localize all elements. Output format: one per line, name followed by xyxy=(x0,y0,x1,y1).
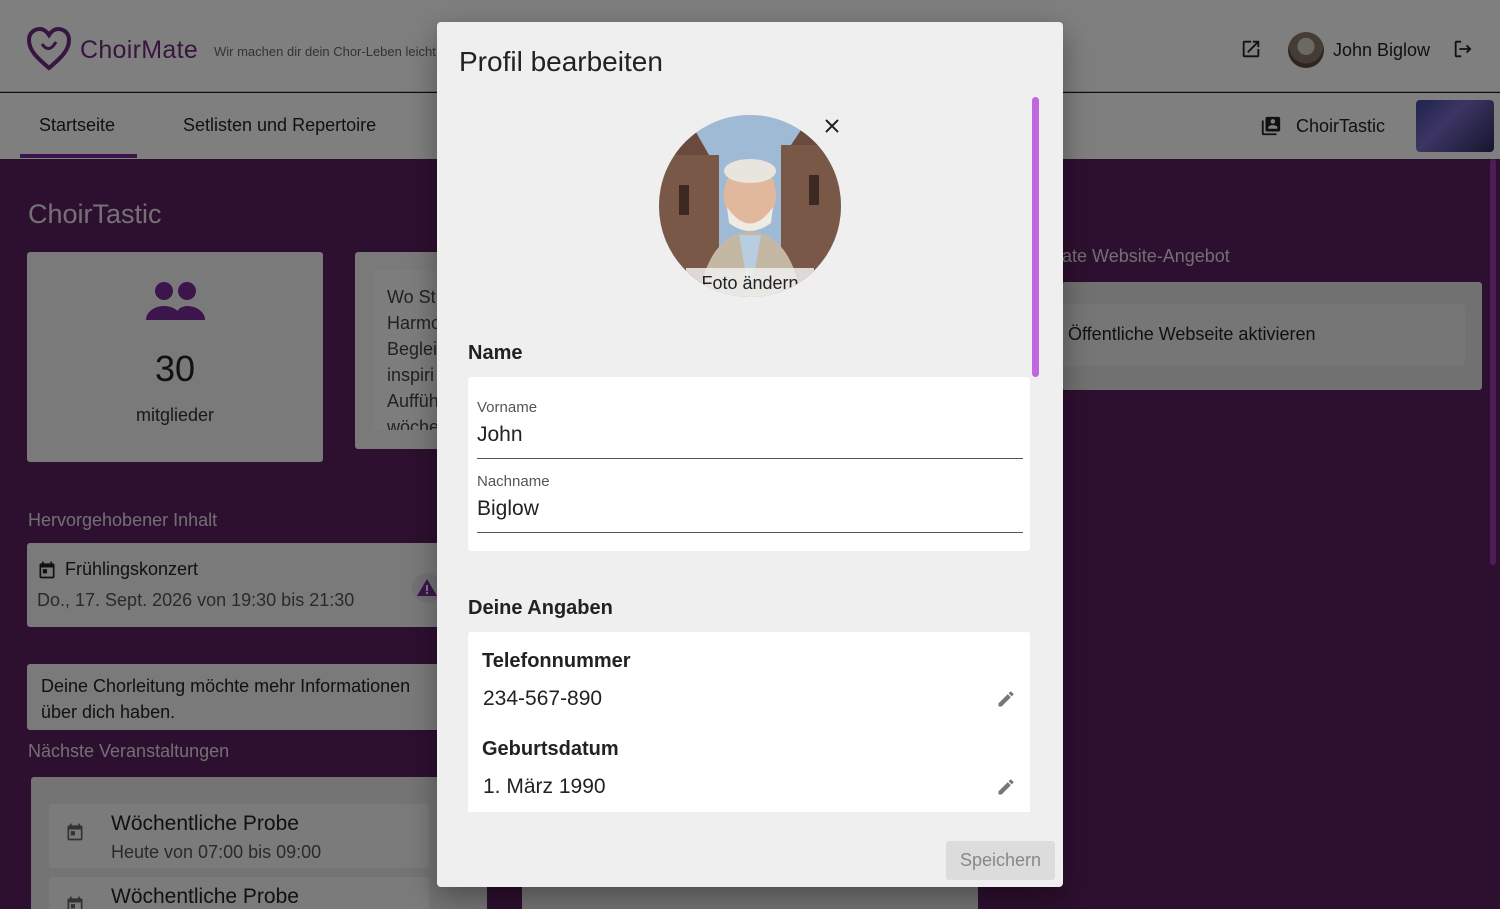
name-panel: Vorname John Nachname Biglow xyxy=(468,377,1030,551)
name-heading: Name xyxy=(468,342,523,364)
edit-phone-pencil-icon[interactable] xyxy=(996,689,1016,709)
details-panel: Telefonnummer 234-567-890 Geburtsdatum 1… xyxy=(468,632,1030,812)
save-button[interactable]: Speichern xyxy=(946,841,1055,880)
dialog-title: Profil bearbeiten xyxy=(459,46,663,77)
last-name-value[interactable]: Biglow xyxy=(477,497,539,521)
phone-value: 234-567-890 xyxy=(483,687,603,710)
dialog-scrollbar[interactable] xyxy=(1032,97,1039,377)
dialog-body: Foto ändern Name Vorname John Nachname B… xyxy=(437,97,1063,812)
close-icon[interactable] xyxy=(821,115,843,137)
edit-birthday-pencil-icon[interactable] xyxy=(996,777,1016,797)
birthday-label: Geburtsdatum xyxy=(482,738,619,760)
first-name-label: Vorname xyxy=(477,399,538,416)
edit-profile-dialog: Profil bearbeiten Foto ändern Name Vorna… xyxy=(437,22,1063,887)
change-photo-label[interactable]: Foto ändern xyxy=(686,268,814,297)
phone-label: Telefonnummer xyxy=(482,650,631,672)
last-name-field[interactable]: Nachname Biglow xyxy=(477,461,1023,533)
first-name-value[interactable]: John xyxy=(477,423,523,447)
first-name-field[interactable]: Vorname John xyxy=(477,387,1023,459)
birthday-value: 1. März 1990 xyxy=(483,775,606,798)
details-heading: Deine Angaben xyxy=(468,597,613,619)
last-name-label: Nachname xyxy=(477,473,550,490)
profile-photo[interactable]: Foto ändern xyxy=(659,115,841,297)
